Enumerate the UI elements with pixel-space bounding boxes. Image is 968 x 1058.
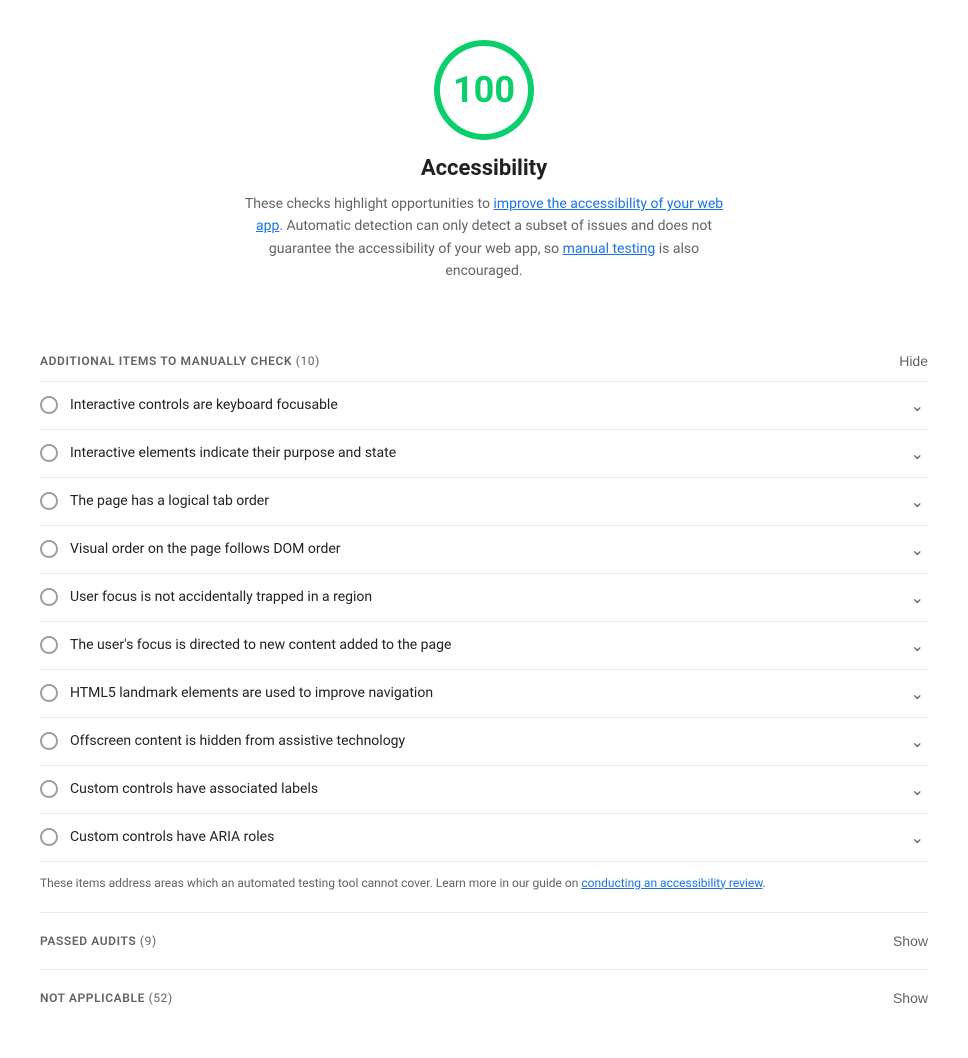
audit-item-7[interactable]: Offscreen content is hidden from assisti… [40,718,928,766]
manual-check-section-header: ADDITIONAL ITEMS TO MANUALLY CHECK (10) … [40,333,928,381]
audit-status-icon-8 [40,780,58,798]
audit-status-icon-9 [40,828,58,846]
passed-title-text: PASSED AUDITS [40,934,136,948]
audit-item-5[interactable]: The user's focus is directed to new cont… [40,622,928,670]
passed-audits-section: PASSED AUDITS (9) Show [40,912,928,969]
audit-label-0: Interactive controls are keyboard focusa… [70,397,338,413]
audit-item-left-0: Interactive controls are keyboard focusa… [40,396,911,414]
audit-item-3[interactable]: Visual order on the page follows DOM ord… [40,526,928,574]
audit-item-left-7: Offscreen content is hidden from assisti… [40,732,911,750]
not-applicable-header: NOT APPLICABLE (52) Show [40,990,928,1006]
passed-count: (9) [140,934,157,948]
audit-item-left-4: User focus is not accidentally trapped i… [40,588,911,606]
audit-item-8[interactable]: Custom controls have associated labels ⌄ [40,766,928,814]
audit-item-6[interactable]: HTML5 landmark elements are used to impr… [40,670,928,718]
chevron-down-icon-0: ⌄ [911,396,924,415]
audit-label-8: Custom controls have associated labels [70,781,318,797]
score-desc-text1: These checks highlight opportunities to [245,196,494,212]
audit-item-left-6: HTML5 landmark elements are used to impr… [40,684,911,702]
audit-item-left-2: The page has a logical tab order [40,492,911,510]
audit-status-icon-2 [40,492,58,510]
audit-label-5: The user's focus is directed to new cont… [70,637,451,653]
manual-check-note: These items address areas which an autom… [40,862,928,912]
score-circle: 100 [434,40,534,140]
manual-note-text1: These items address areas which an autom… [40,876,581,890]
chevron-down-icon-8: ⌄ [911,780,924,799]
hide-button[interactable]: Hide [899,353,928,369]
audit-label-1: Interactive elements indicate their purp… [70,445,396,461]
audit-item-2[interactable]: The page has a logical tab order ⌄ [40,478,928,526]
audit-item-left-3: Visual order on the page follows DOM ord… [40,540,911,558]
audit-status-icon-6 [40,684,58,702]
passed-audits-header: PASSED AUDITS (9) Show [40,933,928,949]
not-applicable-title-text: NOT APPLICABLE [40,991,145,1005]
audit-item-1[interactable]: Interactive elements indicate their purp… [40,430,928,478]
chevron-down-icon-9: ⌄ [911,828,924,847]
chevron-down-icon-3: ⌄ [911,540,924,559]
audit-label-9: Custom controls have ARIA roles [70,829,274,845]
passed-audits-title: PASSED AUDITS (9) [40,934,157,948]
audit-label-3: Visual order on the page follows DOM ord… [70,541,341,557]
not-applicable-count: (52) [149,991,173,1005]
audit-status-icon-3 [40,540,58,558]
manual-check-count: (10) [296,354,320,368]
manual-note-text2: . [763,876,766,890]
audit-item-0[interactable]: Interactive controls are keyboard focusa… [40,382,928,430]
chevron-down-icon-5: ⌄ [911,636,924,655]
accessibility-review-link[interactable]: conducting an accessibility review [581,876,762,890]
chevron-down-icon-2: ⌄ [911,492,924,511]
audit-label-4: User focus is not accidentally trapped i… [70,589,372,605]
chevron-down-icon-6: ⌄ [911,684,924,703]
audit-item-9[interactable]: Custom controls have ARIA roles ⌄ [40,814,928,862]
not-applicable-show-button[interactable]: Show [893,990,928,1006]
score-title: Accessibility [421,156,547,181]
audit-item-4[interactable]: User focus is not accidentally trapped i… [40,574,928,622]
manual-check-title: ADDITIONAL ITEMS TO MANUALLY CHECK (10) [40,354,320,368]
audit-status-icon-0 [40,396,58,414]
audit-item-left-5: The user's focus is directed to new cont… [40,636,911,654]
not-applicable-section: NOT APPLICABLE (52) Show [40,969,928,1026]
audit-status-icon-4 [40,588,58,606]
not-applicable-title: NOT APPLICABLE (52) [40,991,173,1005]
audit-label-7: Offscreen content is hidden from assisti… [70,733,405,749]
chevron-down-icon-1: ⌄ [911,444,924,463]
chevron-down-icon-7: ⌄ [911,732,924,751]
manual-check-title-text: ADDITIONAL ITEMS TO MANUALLY CHECK [40,354,292,368]
audit-status-icon-7 [40,732,58,750]
chevron-down-icon-4: ⌄ [911,588,924,607]
audit-list: Interactive controls are keyboard focusa… [40,381,928,862]
manual-testing-link[interactable]: manual testing [563,241,656,257]
score-description: These checks highlight opportunities to … [234,193,734,283]
audit-status-icon-1 [40,444,58,462]
audit-label-2: The page has a logical tab order [70,493,269,509]
audit-item-left-1: Interactive elements indicate their purp… [40,444,911,462]
score-value: 100 [453,69,515,111]
audit-status-icon-5 [40,636,58,654]
passed-show-button[interactable]: Show [893,933,928,949]
audit-label-6: HTML5 landmark elements are used to impr… [70,685,433,701]
audit-item-left-9: Custom controls have ARIA roles [40,828,911,846]
score-section: 100 Accessibility These checks highlight… [40,0,928,303]
audit-item-left-8: Custom controls have associated labels [40,780,911,798]
